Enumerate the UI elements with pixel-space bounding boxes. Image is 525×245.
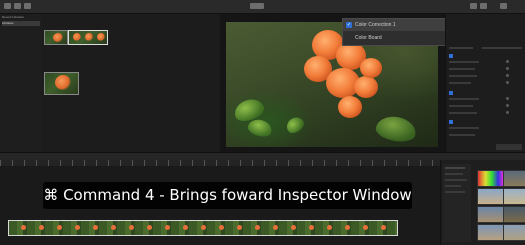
caption-text: ⌘ Command 4 - Brings foward Inspector Wi… [43, 186, 412, 204]
effect-thumbnail[interactable] [503, 206, 525, 223]
timeline-clip[interactable] [8, 220, 398, 236]
import-icon[interactable] [14, 3, 21, 9]
effect-thumbnail[interactable] [503, 170, 525, 187]
timeline-ruler[interactable] [0, 160, 440, 166]
inspector-icon[interactable] [470, 3, 477, 9]
effect-thumbnail[interactable] [477, 206, 504, 223]
library-icon[interactable] [4, 3, 11, 9]
effects-browser [440, 160, 525, 245]
clip-filmstrip[interactable] [68, 30, 108, 45]
clip-thumbnail[interactable] [44, 30, 68, 45]
settings-icon[interactable] [500, 3, 507, 9]
toolbar [0, 0, 525, 14]
event-browser [42, 14, 220, 152]
inspector [445, 14, 525, 152]
zoom-control[interactable] [250, 3, 264, 9]
checkbox-icon[interactable]: ✓ [346, 22, 352, 28]
sidebar-item[interactable]: Libraries [2, 21, 40, 26]
caption-overlay: ⌘ Command 4 - Brings foward Inspector Wi… [43, 182, 412, 209]
effect-thumbnail[interactable] [477, 170, 504, 187]
save-preset-button[interactable] [496, 144, 522, 150]
effect-thumbnail[interactable] [477, 224, 504, 241]
libraries-sidebar: Recent Libraries Libraries [0, 14, 43, 152]
effect-thumbnail[interactable] [503, 224, 525, 241]
share-icon[interactable] [480, 3, 487, 9]
clip-thumbnail[interactable] [44, 72, 79, 95]
sidebar-header: Recent Libraries [2, 15, 24, 19]
keyword-icon[interactable] [24, 3, 31, 9]
effect-thumbnail[interactable] [503, 188, 525, 205]
effect-thumbnail[interactable] [477, 188, 504, 205]
